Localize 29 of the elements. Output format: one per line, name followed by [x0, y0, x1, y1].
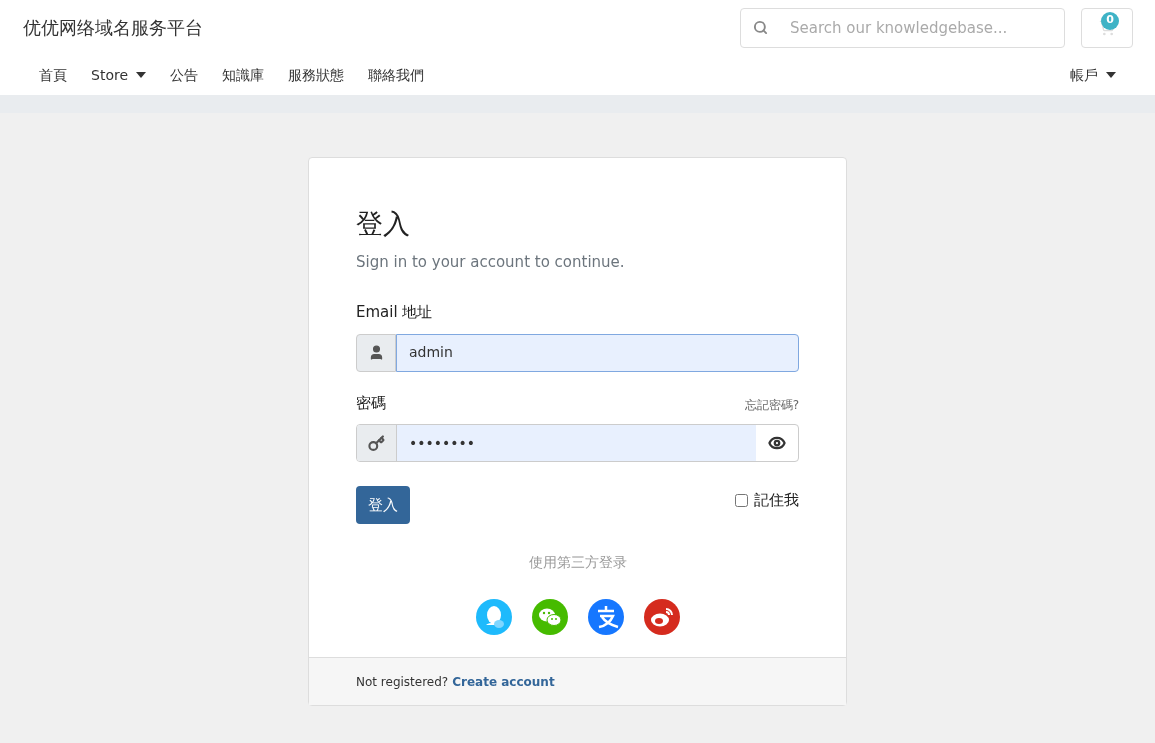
not-registered-text: Not registered?	[356, 673, 449, 691]
wechat-login-icon[interactable]	[531, 599, 568, 635]
email-input[interactable]: admin	[396, 333, 799, 372]
login-title: 登入	[356, 207, 411, 241]
email-label: Email 地址	[356, 302, 434, 323]
third-party-heading: 使用第三方登录	[527, 553, 628, 572]
alipay-login-icon[interactable]	[587, 599, 624, 635]
forgot-password-link[interactable]: 忘記密碼?	[744, 396, 799, 414]
search-icon	[753, 19, 768, 35]
nav-link[interactable]: 知識庫	[210, 64, 276, 86]
weibo-login-icon[interactable]	[643, 599, 680, 635]
key-icon	[368, 434, 385, 452]
remember-me-checkbox[interactable]	[735, 493, 748, 507]
nav-link[interactable]: 服務狀態	[276, 64, 356, 86]
nav-link[interactable]: 聯絡我們	[356, 64, 436, 86]
search-field[interactable]: Search our knowledgebase...	[740, 7, 1065, 48]
site-title[interactable]: 优优网络域名服务平台	[23, 14, 203, 41]
nav-link[interactable]: 公告	[158, 64, 210, 86]
cart-count-badge: 0	[1101, 11, 1119, 30]
nav-link[interactable]: 首頁	[27, 64, 79, 86]
password-label: 密碼	[356, 392, 386, 414]
login-subtitle: Sign in to your account to continue.	[356, 251, 626, 273]
password-field[interactable]: ••••••••	[356, 424, 799, 462]
show-password-icon[interactable]	[768, 434, 786, 452]
create-account-link[interactable]: Create account	[452, 672, 555, 691]
remember-me-label[interactable]: 記住我	[754, 489, 799, 512]
account-menu[interactable]: 帳戶	[1058, 64, 1128, 86]
login-button[interactable]: 登入	[356, 486, 410, 524]
nav-link[interactable]: Store	[79, 64, 158, 86]
